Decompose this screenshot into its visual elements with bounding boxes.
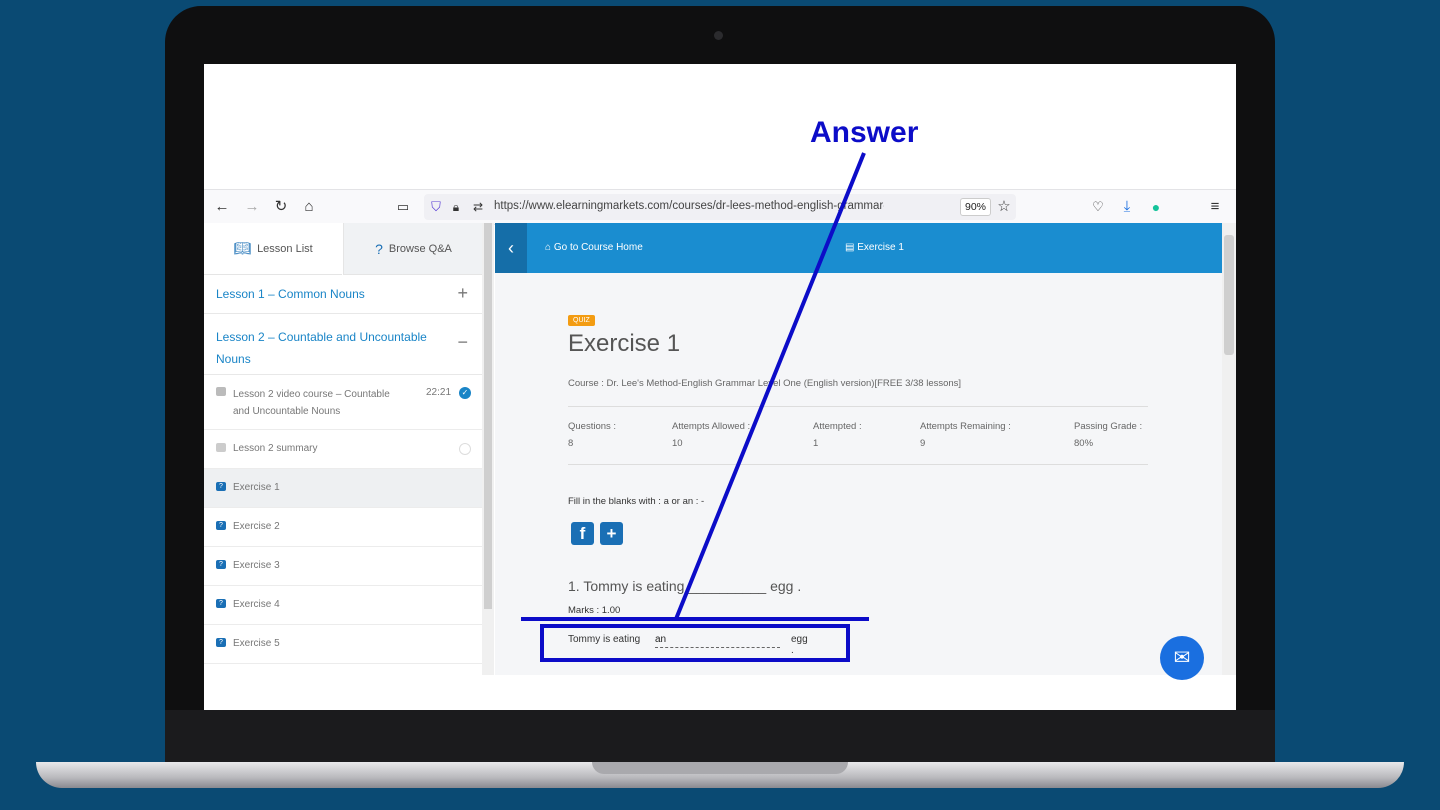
folder-icon[interactable]: ▭ [393, 197, 413, 217]
lesson-item-label: Exercise 4 [233, 599, 280, 610]
sidebar-item-exercise-5[interactable]: ? Exercise 5 [204, 625, 482, 664]
quiz-content: ‹ ⌂ Go to Course Home ▤ Exercise 1 QUIZ … [495, 223, 1222, 675]
stat-attempts-remaining: Attempts Remaining :9 [920, 421, 1011, 449]
answer-row: Tommy is eating egg . [568, 632, 808, 656]
blank-answer-input[interactable] [655, 632, 780, 648]
permissions-icon[interactable]: ⇄ [468, 197, 488, 217]
download-icon[interactable]: ⤓ [1117, 197, 1137, 217]
video-icon [216, 387, 226, 396]
screen: ← → ↻ ⌂ ▭ ⛉ 🔒︎ ⇄ https://www.elearningma… [204, 64, 1236, 710]
messenger-chat-icon[interactable]: ✉ [1160, 636, 1204, 680]
facebook-share-icon[interactable]: f [571, 522, 594, 545]
quiz-badge: QUIZ [568, 315, 595, 326]
tab-browse-qa[interactable]: ? Browse Q&A [343, 223, 482, 275]
completed-check-icon: ✓ [459, 387, 471, 399]
share-plus-icon[interactable]: + [600, 522, 623, 545]
quiz-icon: ? [216, 482, 226, 491]
lock-icon[interactable]: 🔒︎ [446, 197, 466, 217]
divider [568, 406, 1148, 407]
zoom-level[interactable]: 90% [960, 198, 992, 216]
tab-lesson-list[interactable]: 📖︎ Lesson List [204, 223, 342, 275]
annotation-label: Answer [810, 116, 919, 149]
answer-suffix: egg . [791, 634, 808, 656]
grammarly-icon[interactable]: ● [1146, 197, 1166, 217]
lesson-item-label: Exercise 1 [233, 482, 280, 493]
document-icon [216, 443, 226, 452]
menu-icon[interactable]: ≡ [1205, 197, 1225, 217]
lesson-item-label: Exercise 3 [233, 560, 280, 571]
lesson-title: Lesson 2 – Countable and Uncountable Nou… [216, 330, 427, 366]
home-icon[interactable]: ⌂ [299, 197, 319, 217]
answer-prefix: Tommy is eating [568, 634, 641, 645]
scrollbar-thumb[interactable] [484, 223, 492, 609]
url-bar[interactable]: ⛉ 🔒︎ ⇄ https://www.elearningmarkets.com/… [424, 194, 1016, 220]
url-text[interactable]: https://www.elearningmarkets.com/courses… [494, 200, 884, 212]
link-label: Go to Course Home [553, 242, 643, 253]
lesson-item-video[interactable]: Lesson 2 video course – Countable and Un… [204, 375, 482, 430]
pocket-icon[interactable]: ♡ [1088, 197, 1108, 217]
qa-icon: ? [375, 240, 383, 257]
divider [568, 464, 1148, 465]
stat-attempted: Attempted :1 [813, 421, 862, 449]
lesson-sidebar: 📖︎ Lesson List ? Browse Q&A Lesson 1 – C… [204, 223, 483, 675]
lesson-item-label: and Uncountable Nouns [233, 406, 341, 417]
back-arrow-icon[interactable]: ← [212, 197, 232, 217]
quiz-icon: ? [216, 638, 226, 647]
reload-icon[interactable]: ↻ [271, 197, 291, 217]
lesson-1-header[interactable]: Lesson 1 – Common Nouns + [204, 275, 482, 314]
sidebar-item-exercise-2[interactable]: ? Exercise 2 [204, 508, 482, 547]
laptop-camera [714, 31, 723, 40]
incomplete-circle-icon [459, 443, 471, 455]
quiz-icon: ? [216, 521, 226, 530]
laptop-bezel [165, 710, 1275, 766]
quiz-icon: ? [216, 599, 226, 608]
lesson-item-label: Lesson 2 video course – Countable [233, 389, 390, 400]
lesson-2-header[interactable]: Lesson 2 – Countable and Uncountable Nou… [204, 314, 482, 375]
expand-plus-icon[interactable]: + [457, 283, 468, 304]
lesson-item-summary[interactable]: Lesson 2 summary [204, 430, 482, 469]
collapse-minus-icon[interactable]: − [457, 332, 468, 353]
stat-passing-grade: Passing Grade :80% [1074, 421, 1143, 449]
book-icon: 📖︎ [233, 240, 252, 256]
lesson-item-label: Exercise 5 [233, 638, 280, 649]
sidebar-item-exercise-3[interactable]: ? Exercise 3 [204, 547, 482, 586]
sidebar-scrollbar[interactable] [482, 223, 494, 675]
quiz-icon: ? [216, 560, 226, 569]
tab-label: Lesson List [257, 242, 313, 255]
course-name: Course : Dr. Lee's Method-English Gramma… [568, 378, 962, 389]
question-marks: Marks : 1.00 [568, 605, 621, 616]
browser-toolbar: ← → ↻ ⌂ ▭ ⛉ 🔒︎ ⇄ https://www.elearningma… [204, 189, 1236, 225]
sidebar-item-exercise-1[interactable]: ? Exercise 1 [204, 469, 482, 508]
scrollbar-thumb[interactable] [1224, 235, 1234, 355]
chevron-left-icon[interactable]: ‹ [495, 223, 527, 273]
lesson-item-label: Lesson 2 summary [233, 443, 318, 454]
go-to-course-home-link[interactable]: ⌂ Go to Course Home [545, 242, 643, 253]
current-exercise-crumb: ▤ Exercise 1 [845, 242, 904, 253]
page-title: Exercise 1 [568, 330, 681, 357]
forward-arrow-icon[interactable]: → [242, 197, 262, 217]
shield-icon[interactable]: ⛉ [426, 197, 446, 217]
stat-attempts-allowed: Attempts Allowed :10 [672, 421, 751, 449]
lesson-item-label: Exercise 2 [233, 521, 280, 532]
video-duration: 22:21 [426, 387, 452, 398]
stat-questions: Questions :8 [568, 421, 617, 449]
sidebar-item-exercise-4[interactable]: ? Exercise 4 [204, 586, 482, 625]
instruction-text: Fill in the blanks with : a or an : - [568, 496, 705, 507]
lesson-title: Lesson 1 – Common Nouns [216, 287, 365, 301]
course-nav-bar: ‹ ⌂ Go to Course Home ▤ Exercise 1 [495, 223, 1222, 273]
tab-label: Browse Q&A [388, 242, 452, 255]
main-scrollbar[interactable] [1222, 223, 1236, 675]
crumb-label: Exercise 1 [857, 242, 904, 253]
laptop-notch [592, 762, 848, 774]
sidebar-tabs: 📖︎ Lesson List ? Browse Q&A [204, 223, 482, 275]
question-text: 1. Tommy is eating __________ egg . [568, 578, 802, 594]
bookmark-star-icon[interactable]: ☆ [994, 197, 1014, 217]
